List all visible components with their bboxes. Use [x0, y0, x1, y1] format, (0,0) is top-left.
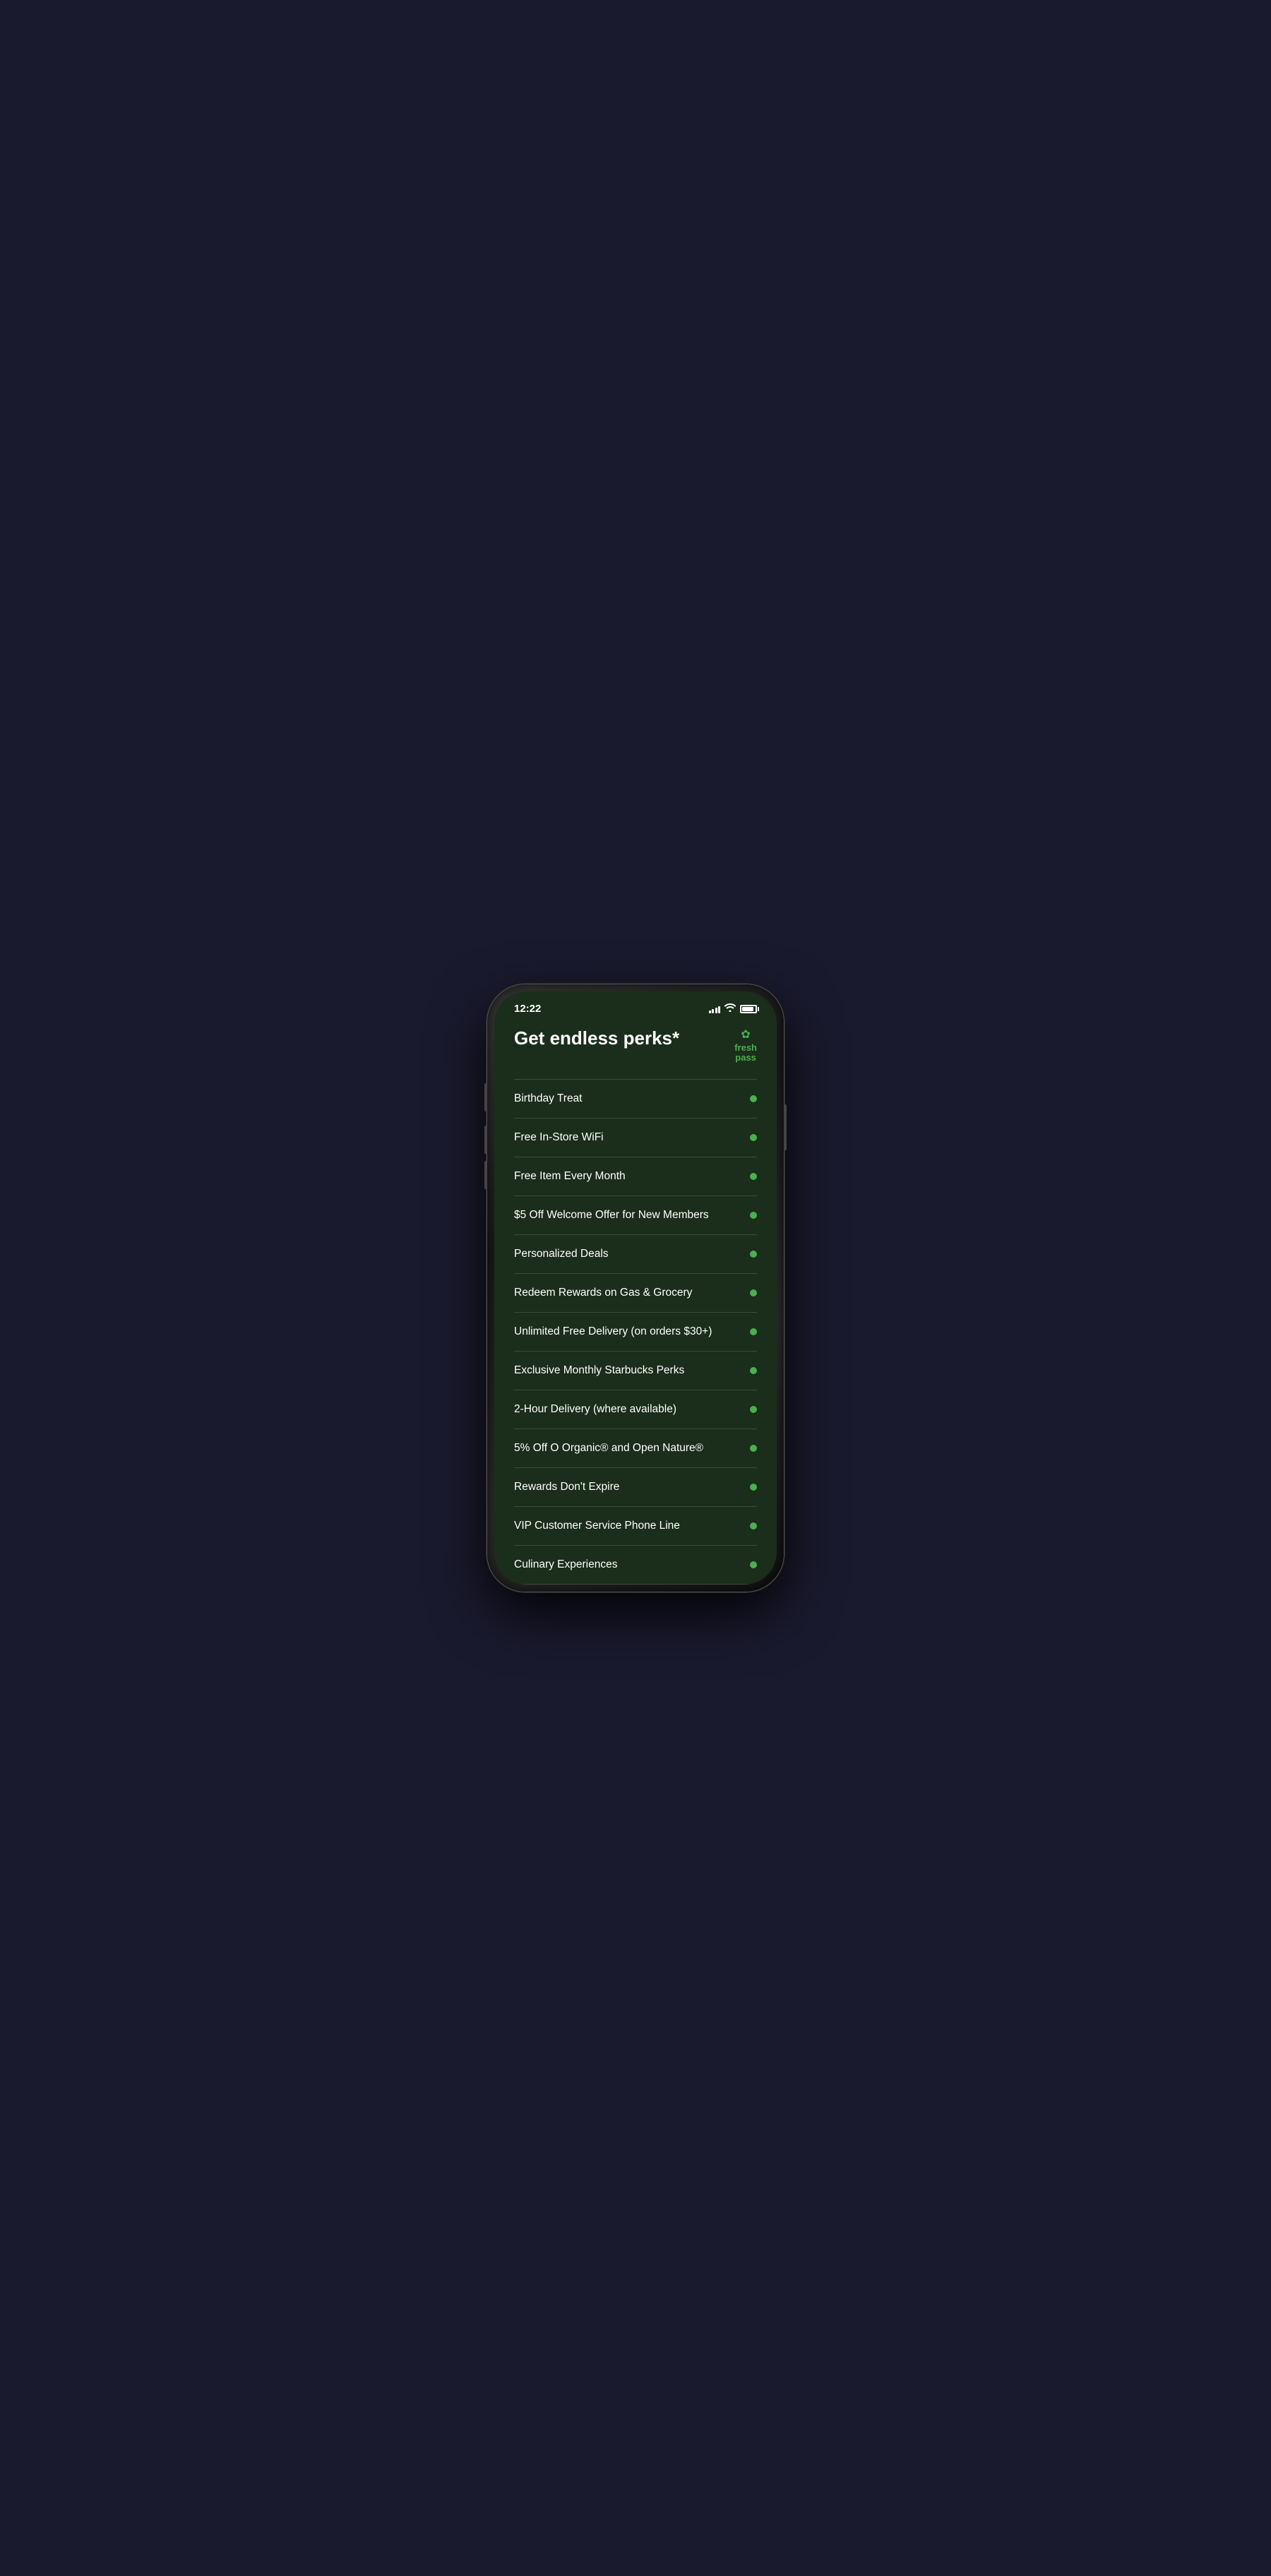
perk-dot-icon	[750, 1406, 757, 1413]
perk-item: Free In-Store WiFi	[514, 1119, 757, 1157]
phone-device: 12:22	[487, 984, 784, 1592]
perk-dot-icon	[750, 1212, 757, 1219]
perk-label: Culinary Experiences	[514, 1558, 741, 1571]
perk-dot-icon	[750, 1251, 757, 1258]
perk-item: Personalized Deals	[514, 1235, 757, 1274]
perk-item: Exclusive Monthly Starbucks Perks	[514, 1352, 757, 1390]
signal-icon	[709, 1005, 721, 1013]
perk-label: VIP Customer Service Phone Line	[514, 1520, 741, 1532]
perk-label: Redeem Rewards on Gas & Grocery	[514, 1287, 741, 1299]
freshpass-logo: ✿ freshpass	[734, 1027, 757, 1063]
perk-item: $5 Off Welcome Offer for New Members	[514, 1196, 757, 1235]
logo-text: freshpass	[734, 1043, 757, 1063]
perk-item: Rewards Don't Expire	[514, 1468, 757, 1507]
perk-dot-icon	[750, 1561, 757, 1568]
perk-dot-icon	[750, 1328, 757, 1335]
main-content[interactable]: Get endless perks* ✿ freshpass Birthday …	[494, 1020, 777, 1585]
perk-label: 5% Off O Organic® and Open Nature®	[514, 1442, 741, 1455]
perk-label: Exclusive Monthly Starbucks Perks	[514, 1364, 741, 1377]
perk-label: Free Item Every Month	[514, 1170, 741, 1183]
perk-dot-icon	[750, 1367, 757, 1374]
perk-item: Redeem Rewards on Gas & Grocery	[514, 1274, 757, 1313]
perk-label: 2-Hour Delivery (where available)	[514, 1403, 741, 1416]
perk-item: 5% Off O Organic® and Open Nature®	[514, 1429, 757, 1468]
perk-dot-icon	[750, 1484, 757, 1491]
perks-list: Birthday Treat Free In-Store WiFi Free Ite…	[514, 1079, 757, 1585]
phone-notch	[590, 998, 681, 1018]
logo-leaf-icon: ✿	[741, 1027, 750, 1042]
perk-label: $5 Off Welcome Offer for New Members	[514, 1209, 741, 1222]
wifi-icon	[724, 1003, 736, 1014]
perk-label: Rewards Don't Expire	[514, 1481, 741, 1493]
perk-dot-icon	[750, 1289, 757, 1296]
page-title: Get endless perks*	[514, 1027, 727, 1049]
perk-item: Free Item Every Month	[514, 1157, 757, 1196]
perk-label: Unlimited Free Delivery (on orders $30+)	[514, 1325, 741, 1338]
battery-icon	[740, 1005, 757, 1013]
perk-label: Birthday Treat	[514, 1092, 741, 1105]
perk-dot-icon	[750, 1445, 757, 1452]
screen-content: 12:22	[494, 991, 777, 1585]
perk-item: Culinary Experiences	[514, 1546, 757, 1585]
perk-label: Personalized Deals	[514, 1248, 741, 1260]
page-header: Get endless perks* ✿ freshpass	[514, 1027, 757, 1063]
perk-dot-icon	[750, 1173, 757, 1180]
perk-item: 2-Hour Delivery (where available)	[514, 1390, 757, 1429]
perk-dot-icon	[750, 1522, 757, 1530]
status-icons	[709, 1003, 758, 1014]
perk-item: Unlimited Free Delivery (on orders $30+)	[514, 1313, 757, 1352]
perk-label: Free In-Store WiFi	[514, 1131, 741, 1144]
phone-screen: 12:22	[494, 991, 777, 1585]
perk-dot-icon	[750, 1095, 757, 1102]
perk-dot-icon	[750, 1134, 757, 1141]
status-time: 12:22	[514, 1003, 541, 1015]
perk-item: Birthday Treat	[514, 1079, 757, 1119]
perk-item: VIP Customer Service Phone Line	[514, 1507, 757, 1546]
